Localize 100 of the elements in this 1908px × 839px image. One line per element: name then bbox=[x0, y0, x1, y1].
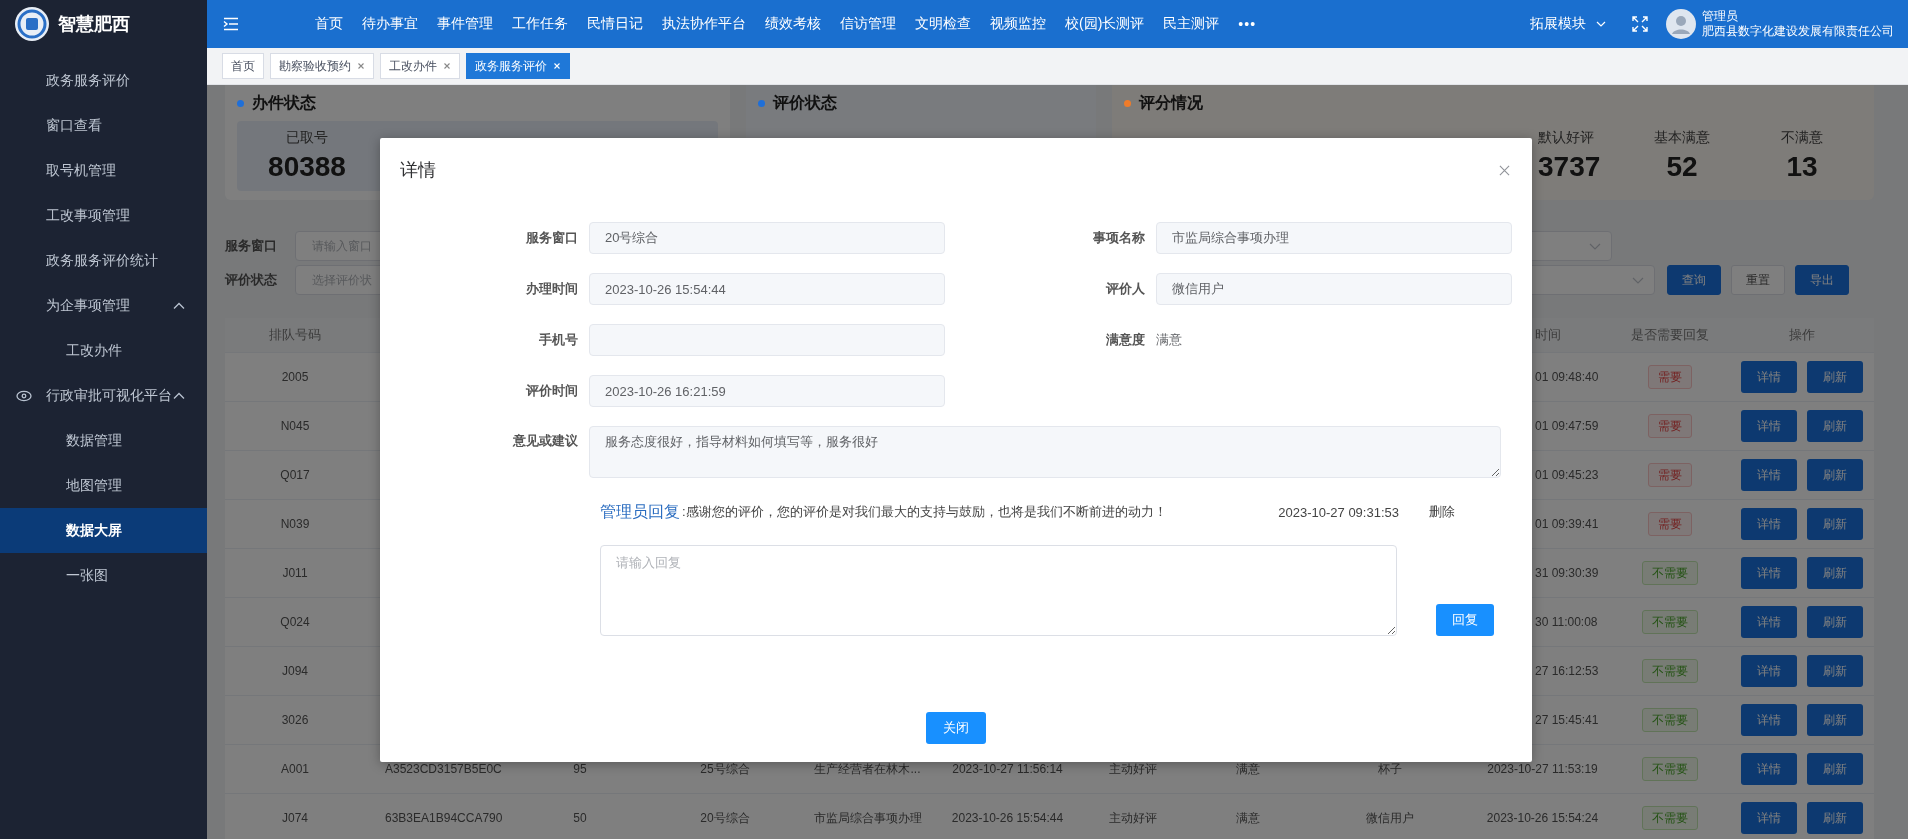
table-cell-text: 27 15:45:41 bbox=[1534, 712, 1600, 729]
table-cell-text: 50 bbox=[572, 810, 588, 827]
text-field[interactable]: 2023-10-26 15:54:44 bbox=[589, 273, 945, 305]
nav-link[interactable]: 执法协作平台 bbox=[662, 15, 746, 33]
reply-status-tag: 不需要 bbox=[1642, 610, 1698, 634]
row-action-button[interactable]: 详情 bbox=[1741, 655, 1797, 687]
reply-input[interactable]: 请输入回复 bbox=[600, 545, 1397, 636]
table-cell-text: 主动好评 bbox=[1107, 809, 1158, 827]
more-link[interactable]: ••• bbox=[1238, 16, 1257, 32]
module-menu[interactable]: 拓展模块 bbox=[1530, 15, 1606, 33]
chevron-icon[interactable] bbox=[173, 391, 185, 400]
row-action-button[interactable]: 刷新 bbox=[1807, 557, 1863, 589]
sidebar-item[interactable]: 政务服务评价统计 bbox=[0, 238, 207, 283]
table-cell-text: 微信用户 bbox=[1365, 809, 1415, 827]
row-action-button[interactable]: 详情 bbox=[1741, 410, 1797, 442]
table-cell-text: 01 09:48:40 bbox=[1534, 369, 1600, 386]
field-label: 事项名称 bbox=[1092, 229, 1146, 247]
filter-button[interactable]: 重置 bbox=[1731, 265, 1785, 295]
row-action-button[interactable]: 刷新 bbox=[1807, 508, 1863, 540]
table-cell-text: 27 16:12:53 bbox=[1534, 663, 1600, 680]
row-action-button[interactable]: 详情 bbox=[1741, 704, 1797, 736]
field-label: 评价人 bbox=[1105, 280, 1146, 298]
text-field[interactable] bbox=[589, 324, 945, 356]
table-cell-text: 63B3EA1B94CCA790 bbox=[384, 810, 504, 827]
row-action-button[interactable]: 刷新 bbox=[1807, 410, 1863, 442]
text-field[interactable]: 2023-10-26 16:21:59 bbox=[589, 375, 945, 407]
nav-link[interactable]: 绩效考核 bbox=[765, 15, 821, 33]
filter-button[interactable]: 导出 bbox=[1795, 265, 1849, 295]
reply-status-tag: 需要 bbox=[1648, 512, 1692, 536]
sidebar-item[interactable]: 政务服务评价 bbox=[0, 58, 207, 103]
nav-link[interactable]: 视频监控 bbox=[990, 15, 1046, 33]
nav-link[interactable]: 工作任务 bbox=[512, 15, 568, 33]
nav-link[interactable]: 首页 bbox=[315, 15, 343, 33]
row-action-button[interactable]: 详情 bbox=[1741, 361, 1797, 393]
nav-link[interactable]: 事件管理 bbox=[437, 15, 493, 33]
sidebar-item[interactable]: 窗口查看 bbox=[0, 103, 207, 148]
avatar-icon[interactable] bbox=[1666, 9, 1696, 39]
text-field[interactable]: 20号综合 bbox=[589, 222, 945, 254]
row-action-button[interactable]: 详情 bbox=[1741, 802, 1797, 834]
field-label: 评价时间 bbox=[525, 382, 579, 400]
page-tab[interactable]: 工改办件 bbox=[380, 53, 460, 79]
reply-status-tag: 不需要 bbox=[1642, 708, 1698, 732]
sidebar-item[interactable]: 取号机管理 bbox=[0, 148, 207, 193]
sidebar-item[interactable]: 行政审批可视化平台 bbox=[0, 373, 207, 418]
row-action-button[interactable]: 刷新 bbox=[1807, 802, 1863, 834]
page-tab[interactable]: 政务服务评价 bbox=[466, 53, 570, 79]
close-icon[interactable] bbox=[357, 62, 365, 70]
nav-link[interactable]: 待办事宜 bbox=[362, 15, 418, 33]
close-icon[interactable] bbox=[443, 62, 451, 70]
row-action-button[interactable]: 刷新 bbox=[1807, 459, 1863, 491]
nav-link[interactable]: 民情日记 bbox=[587, 15, 643, 33]
text-field[interactable]: 市监局综合事项办理 bbox=[1156, 222, 1512, 254]
nav-link[interactable]: 信访管理 bbox=[840, 15, 896, 33]
page-tab[interactable]: 勘察验收预约 bbox=[270, 53, 374, 79]
row-action-button[interactable]: 刷新 bbox=[1807, 361, 1863, 393]
reply-text: :感谢您的评价，您的评价是对我们最大的支持与鼓励，也将是我们不断前进的动力！ bbox=[682, 503, 1167, 521]
sidebar-subitem[interactable]: 一张图 bbox=[0, 553, 207, 598]
reply-author: 管理员回复 bbox=[600, 501, 680, 522]
nav-link[interactable]: 校(园)长测评 bbox=[1065, 15, 1145, 33]
table-cell-text: 满意 bbox=[1234, 809, 1261, 827]
reply-button[interactable]: 回复 bbox=[1436, 604, 1494, 636]
field-label: 服务窗口 bbox=[525, 229, 579, 247]
row-action-button[interactable]: 刷新 bbox=[1807, 753, 1863, 785]
table-cell-text: 30 11:00:08 bbox=[1534, 614, 1599, 631]
chevron-icon[interactable] bbox=[173, 301, 185, 310]
row-action-button[interactable]: 详情 bbox=[1741, 557, 1797, 589]
table-cell-text: 31 09:30:39 bbox=[1534, 565, 1600, 582]
row-action-button[interactable]: 刷新 bbox=[1807, 704, 1863, 736]
page-tab[interactable]: 首页 bbox=[222, 53, 264, 79]
close-button[interactable]: 关闭 bbox=[926, 712, 986, 744]
suggestion-field[interactable]: 服务态度很好，指导材料如何填写等，服务很好 bbox=[589, 426, 1501, 478]
row-action-button[interactable]: 刷新 bbox=[1807, 655, 1863, 687]
close-icon[interactable] bbox=[1499, 164, 1510, 176]
nav-link[interactable]: 民主测评 bbox=[1163, 15, 1220, 33]
sidebar-subitem[interactable]: 数据管理 bbox=[0, 418, 207, 463]
row-action-button[interactable]: 详情 bbox=[1741, 606, 1797, 638]
text-field[interactable]: 微信用户 bbox=[1156, 273, 1512, 305]
sidebar-subitem[interactable]: 数据大屏 bbox=[0, 508, 207, 553]
sidebar-subitem[interactable]: 地图管理 bbox=[0, 463, 207, 508]
nav-link[interactable]: 文明检查 bbox=[915, 15, 971, 33]
row-action-button[interactable]: 刷新 bbox=[1807, 606, 1863, 638]
table-cell-text: 20号综合 bbox=[699, 809, 751, 827]
delete-link[interactable]: 删除 bbox=[1429, 503, 1455, 521]
stat-label: 默认好评 bbox=[1538, 129, 1594, 145]
row-action-button[interactable]: 详情 bbox=[1741, 459, 1797, 491]
dialog-title: 详情 bbox=[400, 159, 436, 182]
table-cell-text: 主动好评 bbox=[1107, 760, 1158, 778]
sidebar-subitem[interactable]: 工改办件 bbox=[0, 328, 207, 373]
sidebar-item[interactable]: 为企事项管理 bbox=[0, 283, 207, 328]
row-action-button[interactable]: 详情 bbox=[1741, 753, 1797, 785]
stat-value: 13 bbox=[1786, 151, 1818, 183]
table-cell-text: 2023-10-26 15:54:44 bbox=[950, 810, 1065, 827]
table-cell-text: Q017 bbox=[279, 467, 311, 484]
table-cell-text: 2023-10-27 11:53:19 bbox=[1486, 761, 1599, 778]
field-label: 手机号 bbox=[538, 331, 579, 349]
menu-icon[interactable] bbox=[223, 17, 239, 31]
row-action-button[interactable]: 详情 bbox=[1741, 508, 1797, 540]
fullscreen-icon[interactable] bbox=[1632, 16, 1648, 32]
filter-button[interactable]: 查询 bbox=[1667, 265, 1721, 295]
sidebar-item[interactable]: 工改事项管理 bbox=[0, 193, 207, 238]
